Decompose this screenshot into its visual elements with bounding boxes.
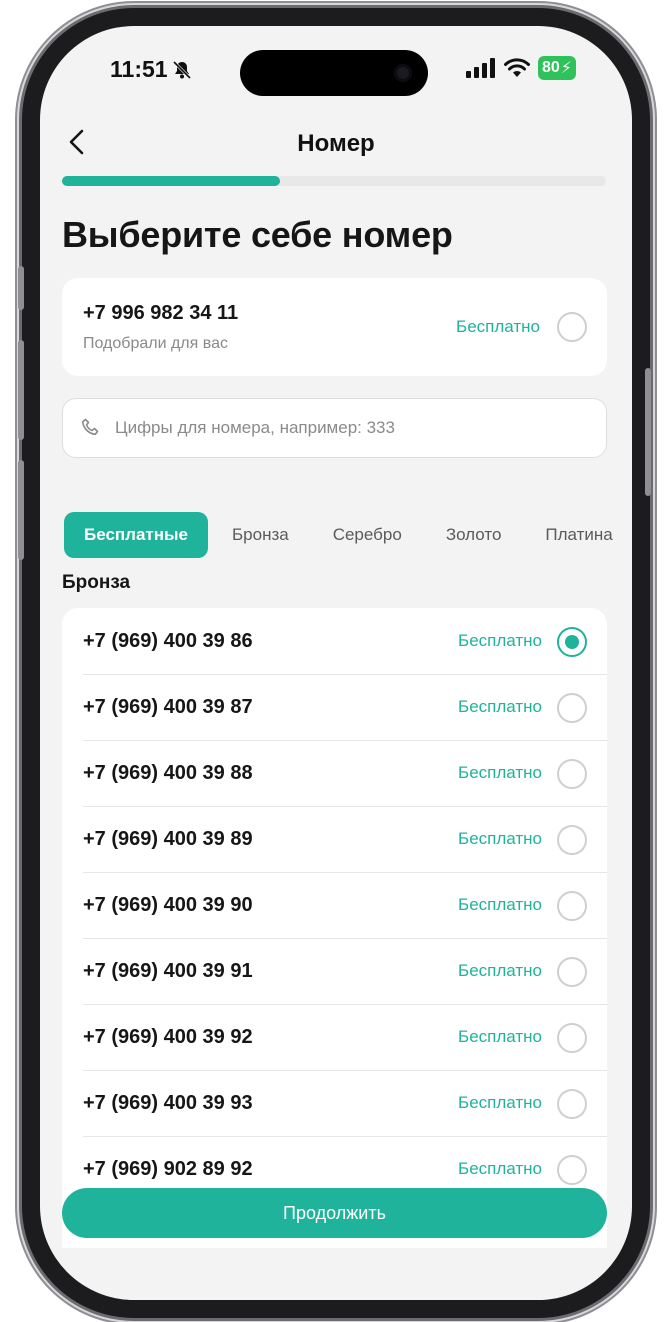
section-label: Бронза xyxy=(62,572,131,593)
status-icons: 80 ⚡ xyxy=(465,56,576,80)
tier-tabs: Бесплатные Бронза Серебро Золото Платина xyxy=(64,512,632,558)
signal-icon xyxy=(465,58,495,78)
suggested-price: Бесплатно xyxy=(456,317,540,336)
number-radio[interactable] xyxy=(557,693,587,723)
number-radio-selected[interactable] xyxy=(557,627,587,657)
phone-icon xyxy=(81,418,99,436)
number-price: Бесплатно xyxy=(458,895,542,914)
number-radio[interactable] xyxy=(557,891,587,921)
camera-icon xyxy=(394,64,412,82)
tab-bronze[interactable]: Бронза xyxy=(232,512,289,558)
number-row[interactable]: +7 (969) 400 39 92 Бесплатно xyxy=(62,1004,607,1070)
volume-up-button xyxy=(18,340,24,440)
wifi-icon xyxy=(503,58,530,77)
battery-icon: 80 ⚡ xyxy=(537,56,576,80)
suggested-subtitle: Подобрали для вас xyxy=(83,335,228,352)
number-text: +7 (969) 400 39 90 xyxy=(83,893,253,916)
number-text: +7 (969) 400 39 86 xyxy=(83,629,253,652)
dynamic-island xyxy=(240,50,428,96)
number-text: +7 (969) 400 39 88 xyxy=(83,761,253,784)
screen: 11:51 80 ⚡ Номер Выберите себе номер +7 … xyxy=(40,26,632,1300)
number-row[interactable]: +7 (969) 400 39 87 Бесплатно xyxy=(62,674,607,740)
number-text: +7 (969) 400 39 91 xyxy=(83,959,253,982)
status-time: 11:51 xyxy=(110,56,192,83)
number-price: Бесплатно xyxy=(458,763,542,782)
number-text: +7 (969) 400 39 92 xyxy=(83,1025,253,1048)
search-input[interactable] xyxy=(115,418,575,438)
number-price: Бесплатно xyxy=(458,1093,542,1112)
mute-switch xyxy=(18,266,24,310)
number-price: Бесплатно xyxy=(458,697,542,716)
number-price: Бесплатно xyxy=(458,1159,542,1178)
suggested-number-card[interactable]: +7 996 982 34 11 Подобрали для вас Беспл… xyxy=(62,278,607,376)
number-row[interactable]: +7 (969) 400 39 86 Бесплатно xyxy=(62,608,607,674)
number-radio[interactable] xyxy=(557,1155,587,1185)
number-text: +7 (969) 400 39 89 xyxy=(83,827,253,850)
number-radio[interactable] xyxy=(557,759,587,789)
continue-button[interactable]: Продолжить xyxy=(62,1188,607,1238)
number-radio[interactable] xyxy=(557,825,587,855)
number-radio[interactable] xyxy=(557,1089,587,1119)
number-price: Бесплатно xyxy=(458,961,542,980)
number-radio[interactable] xyxy=(557,1023,587,1053)
power-button xyxy=(645,368,651,496)
page-title: Номер xyxy=(297,130,375,157)
number-price: Бесплатно xyxy=(458,631,542,650)
number-text: +7 (969) 400 39 87 xyxy=(83,695,253,718)
progress-bar xyxy=(62,176,606,186)
tab-free[interactable]: Бесплатные xyxy=(64,512,208,558)
number-row[interactable]: +7 (969) 400 39 91 Бесплатно xyxy=(62,938,607,1004)
number-row[interactable]: +7 (969) 400 39 93 Бесплатно xyxy=(62,1070,607,1136)
tab-platinum[interactable]: Платина xyxy=(545,512,612,558)
progress-fill xyxy=(62,176,280,186)
number-row[interactable]: +7 (969) 400 39 90 Бесплатно xyxy=(62,872,607,938)
number-list: +7 (969) 400 39 86 Бесплатно +7 (969) 40… xyxy=(62,608,607,1248)
number-row[interactable]: +7 (969) 400 39 88 Бесплатно xyxy=(62,740,607,806)
number-price: Бесплатно xyxy=(458,829,542,848)
tab-gold[interactable]: Золото xyxy=(446,512,502,558)
number-text: +7 (969) 400 39 93 xyxy=(83,1091,253,1114)
volume-down-button xyxy=(18,460,24,560)
charging-bolt-icon: ⚡ xyxy=(560,60,572,77)
page-heading: Выберите себе номер xyxy=(62,214,453,255)
suggested-radio[interactable] xyxy=(557,312,587,342)
suggested-number: +7 996 982 34 11 xyxy=(83,302,239,324)
tab-silver[interactable]: Серебро xyxy=(333,512,402,558)
search-field[interactable] xyxy=(62,398,607,458)
number-radio[interactable] xyxy=(557,957,587,987)
number-price: Бесплатно xyxy=(458,1027,542,1046)
number-row[interactable]: +7 (969) 400 39 89 Бесплатно xyxy=(62,806,607,872)
bell-mute-icon xyxy=(172,60,191,79)
number-text: +7 (969) 902 89 92 xyxy=(83,1157,253,1180)
